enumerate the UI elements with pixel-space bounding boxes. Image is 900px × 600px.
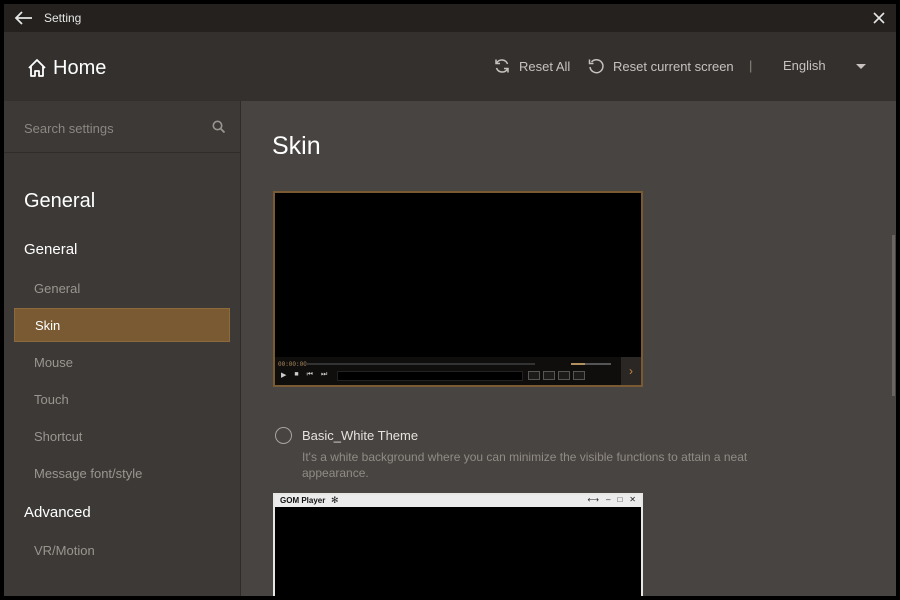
sidebar-item-mouse[interactable]: Mouse [34, 355, 73, 370]
preview-info-bar [337, 371, 523, 381]
theme-radio-basic-white[interactable] [275, 427, 292, 444]
preview-time: 00:00:00 [278, 361, 307, 368]
title-bar: Setting [4, 4, 896, 32]
preview-option-buttons [528, 371, 585, 380]
language-select[interactable]: English [783, 58, 826, 73]
home-icon [28, 59, 46, 77]
page-title: Skin [272, 132, 321, 160]
search-icon[interactable] [212, 120, 226, 134]
header: Home Reset All Reset current screen | En… [4, 32, 896, 101]
skin-preview-basic-white[interactable]: GOM Player ✻ ⟷ – □ ✕ [273, 493, 643, 596]
close-icon: ✕ [629, 495, 636, 504]
preview-title-bar: GOM Player ✻ ⟷ – □ ✕ [275, 495, 641, 507]
sidebar-item-shortcut[interactable]: Shortcut [34, 429, 82, 444]
next-icon: ⏭ [320, 371, 328, 378]
reset-all-label: Reset All [519, 58, 571, 74]
sidebar: Search settings General General General … [4, 101, 241, 596]
maximize-icon: □ [617, 495, 623, 504]
chevron-right-icon: › [621, 357, 641, 385]
search-input[interactable]: Search settings [24, 121, 114, 136]
preview-window-controls: ⟷ – □ ✕ [588, 495, 636, 504]
group-title-advanced[interactable]: Advanced [24, 504, 91, 521]
sidebar-item-touch[interactable]: Touch [34, 392, 69, 407]
reset-current-screen-label: Reset current screen [613, 58, 734, 74]
stop-icon: ■ [294, 371, 299, 378]
theme-description: It's a white background where you can mi… [302, 450, 748, 480]
play-icon: ▶ [281, 372, 287, 379]
preview-playback-buttons: ▶ ■ ⏮ ⏭ [281, 371, 327, 379]
refresh-icon [495, 59, 509, 73]
sidebar-item-skin[interactable]: Skin [14, 308, 230, 342]
preview-volume-bar [571, 363, 611, 365]
close-icon[interactable] [870, 9, 888, 27]
window-title: Setting [44, 11, 82, 25]
section-title-general: General [24, 190, 96, 212]
group-title-general[interactable]: General [24, 241, 77, 258]
reset-current-screen-button[interactable]: Reset current screen [587, 57, 734, 75]
vr-icon: ⟷ [587, 495, 599, 504]
preview-logo: GOM Player [280, 496, 326, 505]
sidebar-item-vr-motion[interactable]: VR/Motion [34, 543, 95, 558]
scrollbar[interactable] [892, 235, 895, 396]
minimize-icon: – [606, 495, 611, 504]
back-arrow-icon[interactable] [13, 8, 35, 28]
home-label: Home [53, 56, 107, 79]
header-divider: | [749, 58, 753, 73]
settings-window: Setting Home Reset All Reset current scr… [4, 4, 896, 596]
sidebar-item-general[interactable]: General [34, 281, 80, 296]
sidebar-item-message-font-style[interactable]: Message font/style [34, 466, 142, 481]
reset-icon [588, 58, 604, 74]
main-content: Skin 00:00:00 ▶ ■ ⏮ ⏭ › Basic_White Them… [241, 101, 896, 596]
reset-all-button[interactable]: Reset All [493, 57, 570, 75]
theme-name[interactable]: Basic_White Theme [302, 428, 418, 443]
search-box[interactable]: Search settings [4, 101, 240, 153]
preview-seek-bar [305, 363, 535, 365]
chevron-down-icon[interactable] [855, 63, 867, 71]
gear-icon: ✻ [331, 495, 339, 505]
home-link[interactable]: Home [26, 55, 106, 81]
previous-icon: ⏮ [306, 371, 313, 378]
preview-control-bar: 00:00:00 ▶ ■ ⏮ ⏭ › [275, 357, 641, 385]
skin-preview-default[interactable]: 00:00:00 ▶ ■ ⏮ ⏭ › [273, 191, 643, 387]
